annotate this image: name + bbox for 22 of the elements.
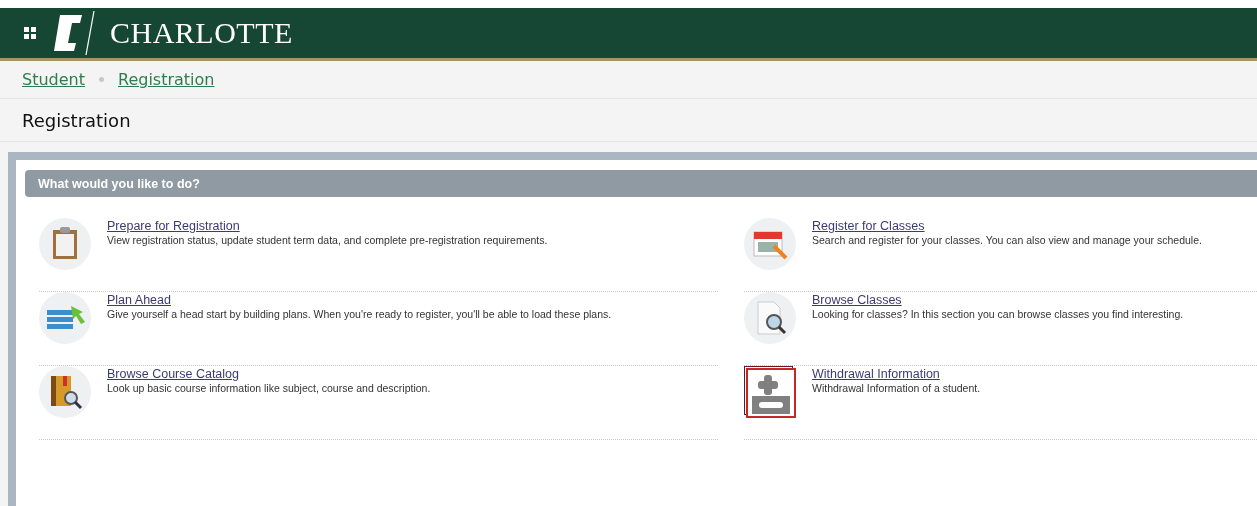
item-description: Looking for classes? In this section you can browse classes you find interesting. [812,308,1184,320]
item-link[interactable]: Browse Classes [812,293,902,307]
item-description: Search and register for your classes. You can also view and manage your schedule. [812,234,1202,246]
breadcrumb-link[interactable]: Registration [118,70,215,89]
clipboard-icon [39,218,91,270]
add-remove-icon [744,366,796,418]
item-link[interactable]: Browse Course Catalog [107,367,239,381]
breadcrumb-link[interactable]: Student [22,70,85,89]
item-link[interactable]: Register for Classes [812,219,925,233]
item-link[interactable]: Plan Ahead [107,293,171,307]
item-description: Look up basic course information like subject, course and description. [107,382,431,394]
apps-menu-icon[interactable] [24,27,36,39]
page-title: Registration [22,109,131,131]
item-description: View registration status, update student term data, and complete pre-registration requirements. [107,234,548,246]
book-search-icon [39,366,91,418]
item-link[interactable]: Withdrawal Information [812,367,940,381]
item-description: Give yourself a head start by building plans. When you're ready to register, you'll be able to load these plans. [107,308,612,320]
item-description: Withdrawal Information of a student. [812,382,981,394]
logo-text: CHARLOTTE [110,16,293,50]
panel-header: What would you like to do? [25,170,1257,197]
calendar-icon [744,218,796,270]
item-link[interactable]: Prepare for Registration [107,219,240,233]
